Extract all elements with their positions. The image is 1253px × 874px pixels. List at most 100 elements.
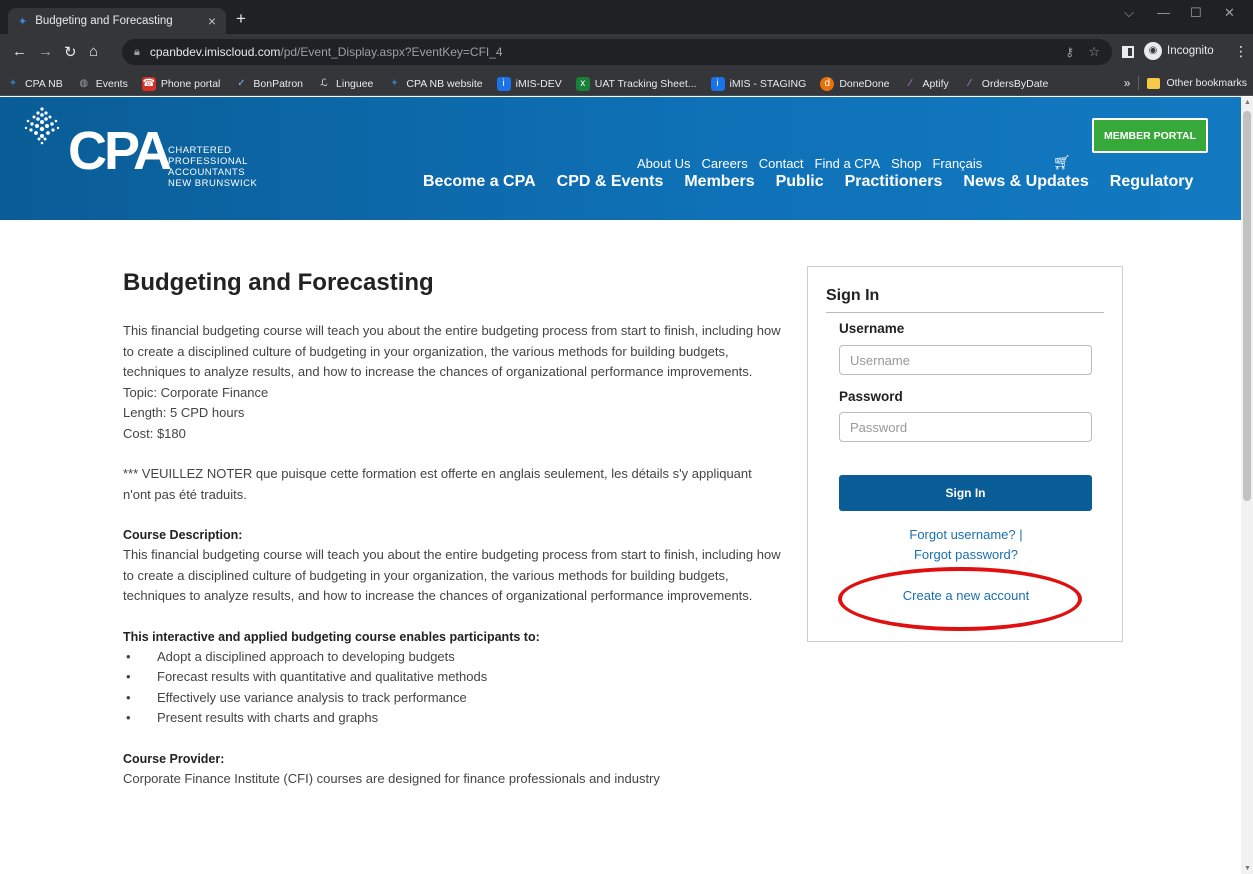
- bookmark-label: UAT Tracking Sheet...: [594, 77, 697, 90]
- nav-shop[interactable]: Shop: [891, 156, 921, 171]
- maple-leaf-icon: ✦: [390, 77, 399, 89]
- scroll-down-icon[interactable]: ▼: [1244, 865, 1251, 872]
- main-nav: Become a CPA CPD & Events Members Public…: [423, 173, 1214, 191]
- aptify-icon: ⁄: [909, 77, 912, 89]
- bookmark-label: iMIS-DEV: [515, 77, 562, 90]
- nav-find-a-cpa[interactable]: Find a CPA: [815, 156, 881, 171]
- french-note: *** VEUILLEZ NOTER que puisque cette for…: [123, 466, 752, 502]
- other-bookmarks[interactable]: Other bookmarks: [1166, 77, 1247, 89]
- bookmark-imis-dev[interactable]: i iMIS-DEV: [496, 76, 562, 91]
- bookmark-ordersbydate[interactable]: ⁄ OrdersByDate: [963, 77, 1048, 91]
- scrollbar-thumb[interactable]: [1243, 111, 1251, 501]
- incognito-indicator[interactable]: ◉ Incognito: [1144, 42, 1214, 60]
- nav-members[interactable]: Members: [684, 173, 754, 191]
- maximize-icon[interactable]: ☐: [1190, 5, 1202, 21]
- bookmark-cpa-nb-website[interactable]: ✦ CPA NB website: [387, 77, 482, 91]
- logo-subtitle: CHARTERED PROFESSIONAL ACCOUNTANTS NEW B…: [168, 145, 257, 189]
- cost-text: Cost: $180: [123, 425, 186, 441]
- close-tab-icon[interactable]: ×: [208, 13, 216, 29]
- phone-icon: ☎: [141, 76, 156, 91]
- forgot-password-link[interactable]: Forgot password?: [808, 547, 1124, 562]
- site-header: CPA CHARTERED PROFESSIONAL ACCOUNTANTS N…: [0, 97, 1241, 220]
- bookmark-imis-staging[interactable]: i iMIS - STAGING: [710, 76, 807, 91]
- list-item: Adopt a disciplined approach to developi…: [123, 647, 783, 668]
- forgot-username-link[interactable]: Forgot username? |: [808, 527, 1124, 542]
- forward-icon[interactable]: →: [38, 43, 53, 60]
- reload-icon[interactable]: ↻: [64, 43, 77, 61]
- intro-text: This financial budgeting course will tea…: [123, 323, 781, 379]
- list-item: Forecast results with quantitative and q…: [123, 667, 783, 688]
- bookmark-phone-portal[interactable]: ☎ Phone portal: [141, 76, 221, 91]
- minimize-icon[interactable]: —: [1157, 5, 1170, 20]
- objectives-list: Adopt a disciplined approach to developi…: [123, 647, 783, 729]
- bookmark-label: iMIS - STAGING: [729, 77, 807, 90]
- divider: [826, 312, 1104, 313]
- nav-become-a-cpa[interactable]: Become a CPA: [423, 173, 536, 191]
- incognito-icon: ◉: [1144, 42, 1162, 60]
- list-item: Effectively use variance analysis to tra…: [123, 688, 783, 709]
- bookmark-linguee[interactable]: ℒ Linguee: [317, 77, 373, 91]
- maple-leaf-icon: [24, 107, 60, 145]
- home-icon[interactable]: ⌂: [89, 43, 98, 60]
- bookmark-separator: [1138, 76, 1140, 90]
- bookmark-bonpatron[interactable]: ✓ BonPatron: [234, 77, 303, 91]
- bookmarks-bar: ✦ CPA NB ◍ Events ☎ Phone portal ✓ BonPatron…: [0, 72, 1253, 96]
- back-icon[interactable]: ←: [12, 43, 27, 60]
- side-panel-icon[interactable]: [1122, 46, 1134, 58]
- lock-icon[interactable]: 🔒︎: [134, 46, 140, 59]
- nav-cpd-events[interactable]: CPD & Events: [557, 173, 664, 191]
- logo-sub-line: ACCOUNTANTS: [168, 167, 246, 178]
- nav-news-updates[interactable]: News & Updates: [963, 173, 1088, 191]
- username-input[interactable]: [839, 345, 1092, 375]
- nav-careers[interactable]: Careers: [701, 156, 747, 171]
- globe-icon: ◍: [79, 77, 89, 89]
- utility-nav: About Us Careers Contact Find a CPA Shop…: [637, 156, 993, 171]
- red-highlight-circle: [838, 567, 1082, 631]
- incognito-label: Incognito: [1167, 45, 1214, 57]
- folder-icon: [1147, 77, 1161, 89]
- nav-public[interactable]: Public: [776, 173, 824, 191]
- bookmark-events[interactable]: ◍ Events: [77, 77, 127, 91]
- scroll-up-icon[interactable]: ▲: [1244, 99, 1251, 106]
- bookmark-label: Aptify: [922, 77, 949, 90]
- sign-in-title: Sign In: [826, 287, 880, 304]
- course-provider-text: Corporate Finance Institute (CFI) course…: [123, 770, 660, 786]
- browser-toolbar: ← → ↻ ⌂ 🔒︎ cpanbdev.imiscloud.com /pd/Ev…: [0, 34, 1253, 72]
- browser-menu-icon[interactable]: ⋮: [1234, 43, 1248, 60]
- nav-practitioners[interactable]: Practitioners: [845, 173, 943, 191]
- nav-francais[interactable]: Français: [932, 156, 982, 171]
- bookmark-uat-tracking[interactable]: x UAT Tracking Sheet...: [575, 76, 697, 91]
- password-input[interactable]: [839, 412, 1092, 442]
- browser-tab[interactable]: ✦ Budgeting and Forecasting ×: [8, 8, 226, 34]
- nav-about-us[interactable]: About Us: [637, 156, 690, 171]
- bookmark-cpa-nb[interactable]: ✦ CPA NB: [6, 77, 63, 91]
- nav-regulatory[interactable]: Regulatory: [1110, 173, 1194, 191]
- bookmark-aptify[interactable]: ⁄ Aptify: [904, 77, 949, 91]
- cart-icon[interactable]: 🛒︎: [1053, 154, 1071, 171]
- bookmarks-overflow: » Other bookmarks: [1124, 76, 1247, 90]
- logo-sub-line: NEW BRUNSWICK: [168, 178, 258, 189]
- member-portal-button[interactable]: MEMBER PORTAL: [1092, 118, 1208, 153]
- bookmark-donedone[interactable]: d DoneDone: [820, 76, 890, 91]
- page-title: Budgeting and Forecasting: [123, 269, 434, 296]
- new-tab-icon[interactable]: +: [236, 9, 246, 29]
- donedone-icon: d: [820, 76, 835, 91]
- tab-search-icon[interactable]: ⌵: [1124, 5, 1134, 21]
- topic-text: Topic: Corporate Finance: [123, 384, 269, 400]
- address-bar[interactable]: 🔒︎ cpanbdev.imiscloud.com /pd/Event_Disp…: [122, 39, 1112, 65]
- linguee-icon: ℒ: [320, 77, 328, 89]
- nav-contact[interactable]: Contact: [759, 156, 804, 171]
- chevron-right-icon[interactable]: »: [1124, 76, 1131, 90]
- imis-icon: i: [496, 76, 511, 91]
- tab-title: Budgeting and Forecasting: [35, 15, 173, 27]
- key-icon[interactable]: ⚷: [1065, 45, 1074, 59]
- url-host: cpanbdev.imiscloud.com: [149, 45, 281, 59]
- course-description-label: Course Description:: [123, 528, 243, 542]
- page-scrollbar[interactable]: ▲ ▼: [1241, 97, 1253, 874]
- sign-in-button[interactable]: Sign In: [839, 475, 1092, 511]
- close-window-icon[interactable]: ✕: [1224, 5, 1235, 21]
- event-content: Budgeting and Forecasting This financial…: [123, 269, 783, 789]
- bookmark-star-icon[interactable]: ☆: [1088, 44, 1100, 60]
- browser-tab-bar: ✦ Budgeting and Forecasting × + ⌵ — ☐ ✕: [0, 0, 1253, 34]
- bookmark-label: Phone portal: [160, 77, 221, 90]
